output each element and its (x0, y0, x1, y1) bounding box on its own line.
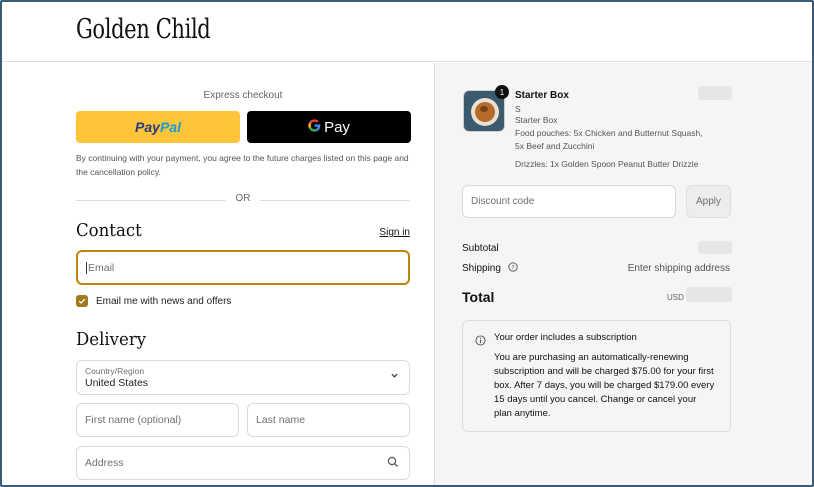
newsletter-checkbox[interactable] (76, 295, 88, 307)
subtotal-placeholder (698, 241, 732, 254)
contact-title: Contact (76, 220, 142, 241)
shipping-label-row: Shipping ? (462, 262, 518, 275)
currency-code: USD (667, 293, 684, 302)
last-name-placeholder: Last name (256, 414, 306, 426)
svg-text:?: ? (511, 263, 514, 271)
brand-logo[interactable]: Golden Child (76, 14, 211, 45)
payment-disclaimer: By continuing with your payment, you agr… (76, 153, 409, 177)
or-divider: OR (76, 193, 410, 207)
email-field[interactable]: Email (76, 250, 410, 285)
discount-placeholder: Discount code (471, 196, 535, 207)
sign-in-link[interactable]: Sign in (379, 227, 410, 238)
newsletter-label: Email me with news and offers (96, 295, 232, 307)
item-subtitle: Starter Box (515, 115, 558, 125)
shipping-value: Enter shipping address (627, 263, 730, 274)
google-g-icon (308, 118, 321, 136)
chevron-down-icon (390, 371, 399, 383)
email-placeholder: Email (88, 261, 115, 274)
total-label: Total (462, 289, 495, 305)
checkout-form: Express checkout Pay Pal Pay By continuin… (2, 63, 434, 485)
address-placeholder: Address (85, 457, 124, 469)
country-value: United States (85, 377, 149, 389)
paypal-wordmark-part2: Pal (159, 119, 181, 135)
first-name-placeholder: First name (optional) (85, 414, 182, 426)
paypal-button[interactable]: Pay Pal (76, 111, 240, 143)
country-label: Country/Region (85, 366, 145, 376)
address-field[interactable]: Address (76, 446, 410, 480)
item-title: Starter Box (515, 90, 569, 101)
country-select[interactable]: Country/Region United States (76, 360, 410, 395)
apply-button[interactable]: Apply (686, 185, 731, 218)
item-details-food: Food pouches: 5x Chicken and Butternut S… (515, 128, 703, 151)
header: Golden Child (2, 2, 812, 62)
shipping-label: Shipping (462, 263, 501, 275)
checkout-window: Golden Child Express checkout Pay Pal Pay… (0, 0, 814, 487)
total-placeholder (686, 287, 732, 302)
last-name-field[interactable]: Last name (247, 403, 410, 437)
food-detail-shape (480, 106, 488, 112)
item-price-placeholder (698, 86, 732, 100)
item-details-drizzle: Drizzles: 1x Golden Spoon Peanut Butter … (515, 159, 699, 169)
first-name-field[interactable]: First name (optional) (76, 403, 239, 437)
order-summary: 1 Starter Box S Starter Box Food pouches… (434, 63, 812, 485)
google-pay-label: Pay (324, 118, 350, 136)
search-icon (387, 456, 399, 471)
google-pay-button[interactable]: Pay (247, 111, 411, 143)
subscription-notice: Your order includes a subscription You a… (462, 320, 731, 432)
paypal-wordmark-part1: Pay (135, 119, 160, 135)
express-checkout-label: Express checkout (203, 90, 283, 101)
discount-code-field[interactable]: Discount code (462, 185, 676, 218)
food-shape (475, 102, 495, 122)
info-icon (475, 333, 486, 351)
help-icon[interactable]: ? (508, 262, 518, 275)
subtotal-label: Subtotal (462, 243, 499, 254)
text-caret (86, 261, 87, 274)
divider-line (260, 200, 410, 201)
delivery-title: Delivery (76, 329, 147, 350)
newsletter-option[interactable]: Email me with news and offers (76, 295, 231, 307)
notice-body: You are purchasing an automatically-rene… (494, 352, 715, 419)
or-text: OR (235, 193, 251, 204)
notice-title: Your order includes a subscription (494, 332, 637, 343)
quantity-badge: 1 (495, 85, 509, 99)
